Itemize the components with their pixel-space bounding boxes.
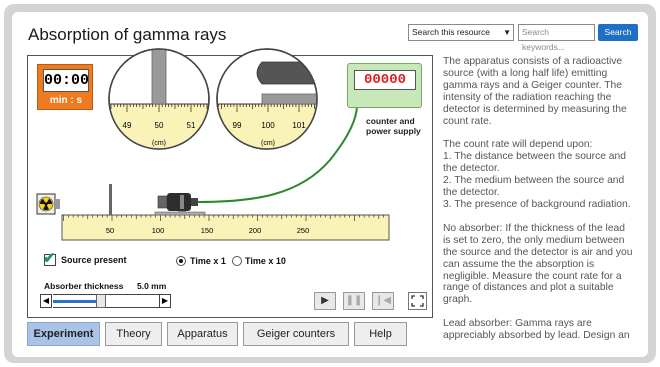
search-button[interactable]: Search xyxy=(598,24,638,41)
timer-unit: min : s xyxy=(49,95,83,106)
description-paragraph-1: The apparatus consists of a radioactive … xyxy=(443,56,627,127)
counter-label-line1: counter and xyxy=(366,116,415,126)
arrow-right-icon[interactable]: ▶ xyxy=(159,294,171,308)
pause-icon[interactable]: ❚❚ xyxy=(343,292,365,310)
description-text: The apparatus consists of a radioactive … xyxy=(443,56,633,342)
timer-display: 00:00 xyxy=(43,69,89,92)
slider-track[interactable] xyxy=(53,294,159,308)
fullscreen-glyph xyxy=(411,295,424,307)
description-paragraph-4: Lead absorber: Gamma rays are appreciabl… xyxy=(443,318,630,342)
tab-apparatus[interactable]: Apparatus xyxy=(167,322,238,346)
search-scope-select[interactable]: Search this resource ▼ xyxy=(408,24,514,41)
source-present-checkbox[interactable]: ✔ xyxy=(43,250,56,267)
counter-panel: 00000 xyxy=(347,63,422,108)
check-icon: ✔ xyxy=(43,250,56,267)
search-scope-value: Search this resource xyxy=(412,27,490,37)
counter-label-line2: power supply xyxy=(366,126,421,136)
tab-geiger-counters[interactable]: Geiger counters xyxy=(243,322,349,346)
tab-help[interactable]: Help xyxy=(354,322,407,346)
search-input[interactable]: Search keywords... xyxy=(518,24,595,52)
tab-theory[interactable]: Theory xyxy=(105,322,162,346)
fullscreen-icon[interactable] xyxy=(408,292,427,310)
slider-thumb[interactable] xyxy=(96,294,107,308)
counter-display: 00000 xyxy=(354,70,416,90)
chevron-down-icon: ▼ xyxy=(503,28,511,37)
time-x10-radio[interactable] xyxy=(232,256,242,266)
description-paragraph-3: No absorber: If the thickness of the lea… xyxy=(443,222,633,306)
source-present-label: Source present xyxy=(61,255,127,265)
page-title: Absorption of gamma rays xyxy=(28,25,227,44)
arrow-left-icon[interactable]: ◀ xyxy=(40,294,52,308)
absorber-thickness-label: Absorber thickness xyxy=(44,281,124,291)
time-x1-label: Time x 1 xyxy=(190,256,226,266)
time-x1-radio[interactable] xyxy=(176,256,186,266)
reset-icon[interactable]: ❙◀ xyxy=(372,292,394,310)
time-x10-label: Time x 10 xyxy=(245,256,286,266)
timer-panel: 00:00 min : s xyxy=(37,64,93,110)
description-list-item-2: 2. The medium between the source and the… xyxy=(443,175,625,199)
description-list-item-3: 3. The presence of background radiation. xyxy=(443,198,631,210)
play-icon[interactable]: ▶ xyxy=(314,292,336,310)
tab-experiment[interactable]: Experiment xyxy=(27,322,100,346)
description-list-intro: The count rate will depend upon: xyxy=(443,139,593,151)
counter-label: counter and power supply xyxy=(366,116,421,136)
absorber-thickness-value: 5.0 mm xyxy=(137,281,167,291)
slider-fill xyxy=(53,300,97,303)
description-paragraph-2: The count rate will depend upon: 1. The … xyxy=(443,139,633,210)
absorber-slider[interactable]: ◀ ▶ xyxy=(40,294,172,308)
description-list-item-1: 1. The distance between the source and t… xyxy=(443,151,626,175)
